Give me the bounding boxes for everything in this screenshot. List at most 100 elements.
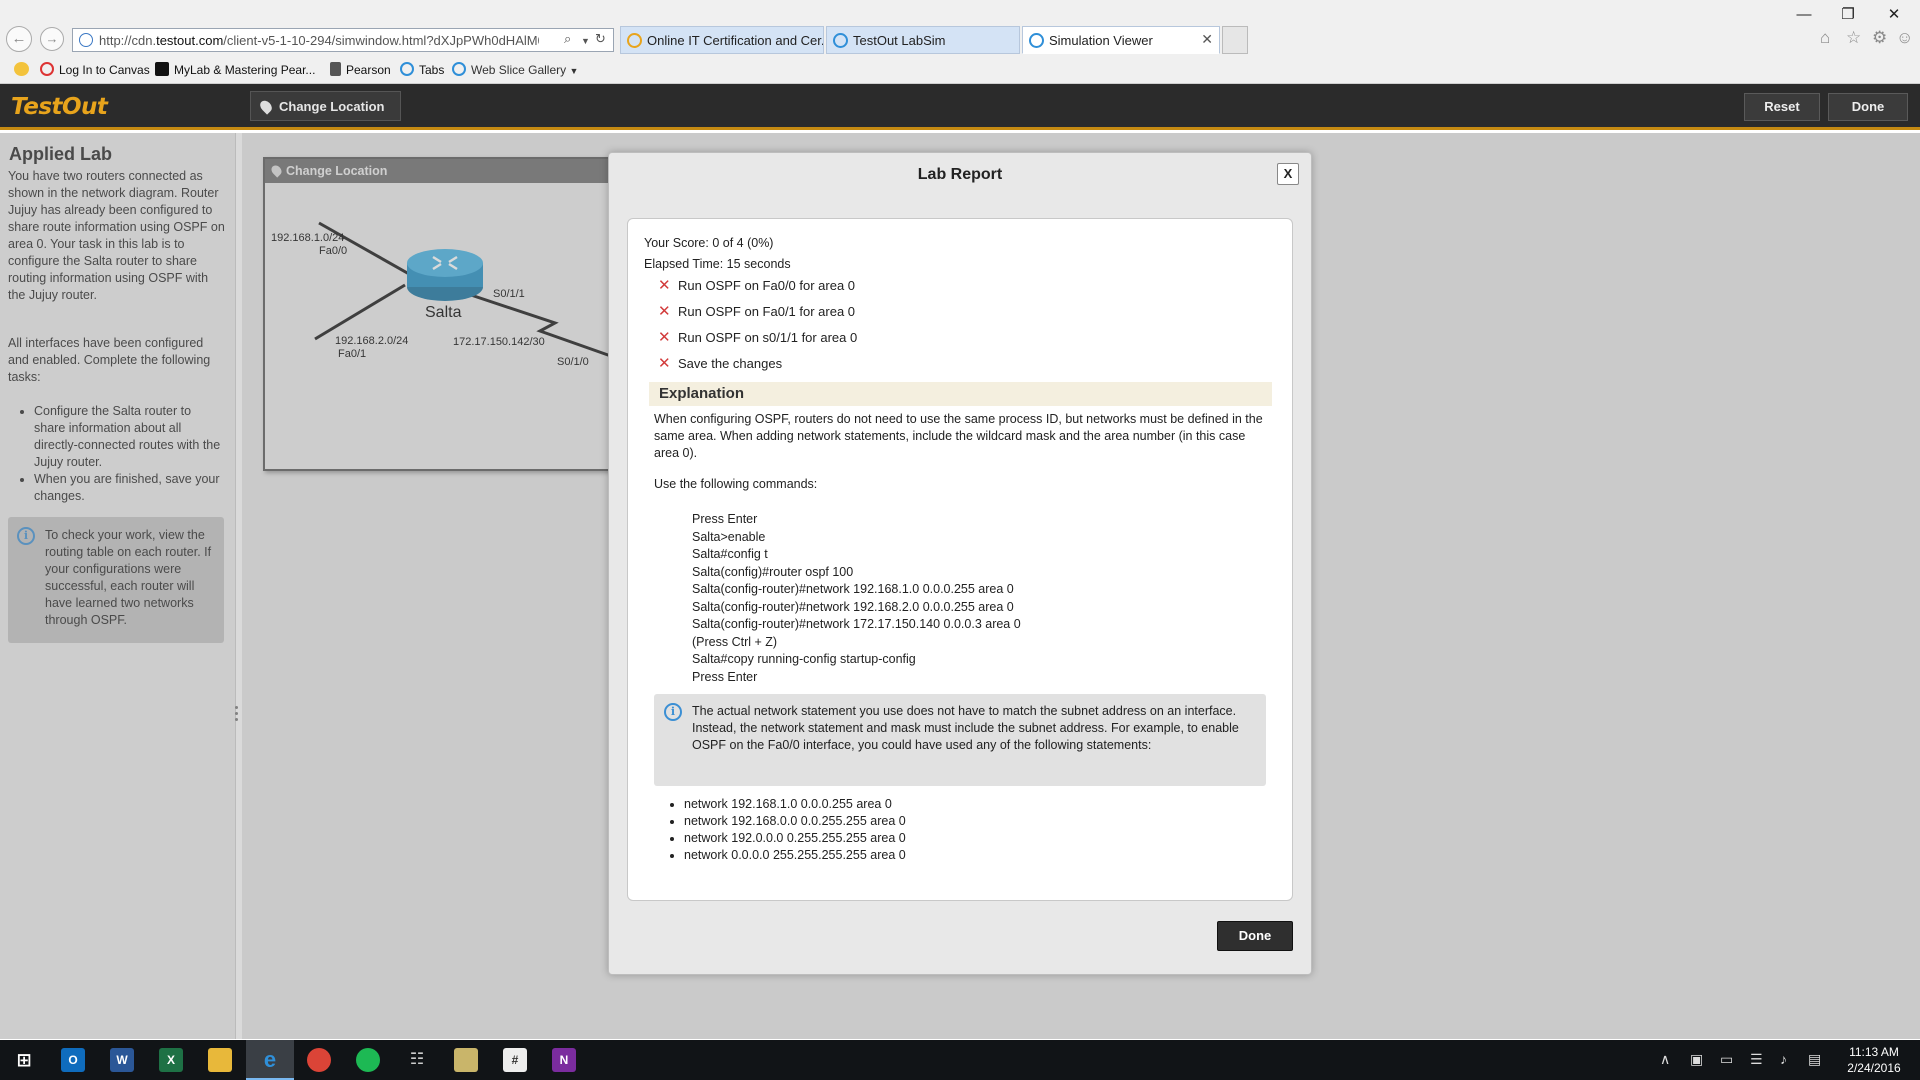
command-line: (Press Ctrl + Z) xyxy=(692,634,778,649)
fail-x-icon: ✕ xyxy=(658,277,671,294)
outlook-icon[interactable]: O xyxy=(61,1048,85,1072)
page-icon xyxy=(330,62,341,76)
notes-icon[interactable] xyxy=(454,1048,478,1072)
calculator-icon[interactable]: # xyxy=(503,1048,527,1072)
result-label: Run OSPF on Fa0/0 for area 0 xyxy=(678,278,856,293)
fav-web-slice-gallery[interactable]: Web Slice Gallery ▼ xyxy=(452,62,578,77)
tab-testout-labsim[interactable]: TestOut LabSim xyxy=(826,26,1020,54)
clock-date: 2/24/2016 xyxy=(1847,1061,1901,1075)
word-icon[interactable]: W xyxy=(110,1048,134,1072)
tab-online-it-certification[interactable]: Online IT Certification and Cer... xyxy=(620,26,824,54)
tab-simulation-viewer[interactable]: Simulation Viewer ✕ xyxy=(1022,26,1220,54)
close-tab-icon[interactable]: ✕ xyxy=(1201,31,1213,48)
tab-label: Online IT Certification and Cer... xyxy=(647,33,824,48)
home-icon[interactable]: ⌂ xyxy=(1820,28,1830,48)
dropdown-icon[interactable]: ▼ xyxy=(581,36,590,46)
result-label: Run OSPF on Fa0/1 for area 0 xyxy=(678,304,856,319)
command-line: Press Enter xyxy=(692,669,758,684)
settings-gear-icon[interactable]: ⚙ xyxy=(1872,28,1887,48)
battery-icon[interactable]: ▭ xyxy=(1720,1051,1733,1068)
lab-report-dialog: Lab Report X Your Score: 0 of 4 (0%) Ela… xyxy=(608,152,1312,975)
network-example-item: network 192.168.0.0 0.0.255.255 area 0 xyxy=(684,813,906,830)
explanation-heading: Explanation xyxy=(649,382,1272,406)
browser-chrome: ← → http://cdn.testout.com/client-v5-1-1… xyxy=(0,0,1920,84)
done-button[interactable]: Done xyxy=(1217,921,1293,951)
command-line: Salta(config-router)#network 172.17.150.… xyxy=(692,617,1021,631)
command-line: Salta(config-router)#network 192.168.2.0… xyxy=(692,599,1014,614)
refresh-icon[interactable]: ↻ xyxy=(595,31,606,47)
fav-tabs[interactable]: Tabs xyxy=(400,62,444,77)
restore-button[interactable]: ❐ xyxy=(1828,4,1868,26)
testout-favicon-icon xyxy=(627,33,642,48)
close-window-button[interactable]: ✕ xyxy=(1874,4,1914,26)
network-example-list: network 192.168.1.0 0.0.0.255 area 0 net… xyxy=(684,796,906,864)
new-tab-button[interactable] xyxy=(1222,26,1248,54)
tray-display-icon[interactable]: ▣ xyxy=(1690,1051,1703,1068)
command-list: Press Enter Salta>enable Salta#config t … xyxy=(692,511,1021,686)
command-line: Salta>enable xyxy=(692,529,766,544)
notifications-icon[interactable]: ▤ xyxy=(1808,1051,1821,1068)
internet-explorer-icon[interactable]: e xyxy=(258,1048,282,1072)
testout-logo: TestOut xyxy=(11,94,108,120)
favorites-bar: Log In to Canvas MyLab & Mastering Pear.… xyxy=(10,60,910,80)
score-text: Your Score: 0 of 4 (0%) xyxy=(644,236,774,250)
favorites-star-icon[interactable] xyxy=(14,62,34,77)
network-icon[interactable]: ☰ xyxy=(1750,1051,1763,1068)
spotify-icon[interactable] xyxy=(356,1048,380,1072)
chrome-icon[interactable] xyxy=(307,1048,331,1072)
clock-time: 11:13 AM xyxy=(1849,1045,1899,1059)
note-text: The actual network statement you use doe… xyxy=(692,704,1239,752)
command-line: Salta#copy running-config startup-config xyxy=(692,652,916,666)
taskbar-clock[interactable]: 11:13 AM 2/24/2016 xyxy=(1836,1044,1912,1076)
dialog-title: Lab Report xyxy=(917,166,1003,183)
network-example-item: network 192.168.1.0 0.0.0.255 area 0 xyxy=(684,796,906,813)
tray-expand-chevron-icon[interactable]: ∧ xyxy=(1660,1051,1670,1068)
excel-icon[interactable]: X xyxy=(159,1048,183,1072)
change-location-label: Change Location xyxy=(279,99,385,114)
file-explorer-icon[interactable] xyxy=(208,1048,232,1072)
smiley-feedback-icon[interactable]: ☺ xyxy=(1896,28,1913,48)
info-icon: i xyxy=(664,703,682,721)
ie-favicon-icon xyxy=(1029,33,1044,48)
chevron-down-icon: ▼ xyxy=(569,66,579,76)
minimize-button[interactable]: — xyxy=(1784,4,1824,26)
result-label: Save the changes xyxy=(678,356,783,371)
page-icon xyxy=(79,33,93,47)
back-button[interactable]: ← xyxy=(6,26,32,52)
forward-button[interactable]: → xyxy=(40,27,64,51)
fav-mylab-mastering[interactable]: MyLab & Mastering Pear... xyxy=(155,62,315,77)
result-label: Run OSPF on s0/1/1 for area 0 xyxy=(678,330,858,345)
onenote-icon[interactable]: N xyxy=(552,1048,576,1072)
command-line: Press Enter xyxy=(692,512,758,526)
ie-favicon-icon xyxy=(833,33,848,48)
ie-icon xyxy=(452,62,466,76)
ie-icon xyxy=(400,62,414,76)
address-bar[interactable]: http://cdn.testout.com/client-v5-1-10-29… xyxy=(72,28,614,52)
fail-x-icon: ✕ xyxy=(658,329,671,346)
done-header-button[interactable]: Done xyxy=(1828,93,1908,121)
volume-icon[interactable]: ♪ xyxy=(1780,1051,1787,1067)
change-location-button[interactable]: Change Location xyxy=(250,91,402,121)
tab-label: TestOut LabSim xyxy=(853,33,946,48)
network-example-item: network 192.0.0.0 0.255.255.255 area 0 xyxy=(684,830,906,847)
windows-start-icon[interactable]: ⊞ xyxy=(12,1048,36,1072)
canvas-icon xyxy=(40,62,54,76)
fav-pearson[interactable]: Pearson xyxy=(330,62,391,77)
app-header: TestOut Change Location Reset Done xyxy=(0,84,1920,130)
reset-button[interactable]: Reset xyxy=(1744,93,1820,121)
fav-log-in-to-canvas[interactable]: Log In to Canvas xyxy=(40,62,150,77)
tab-label: Simulation Viewer xyxy=(1049,33,1153,48)
report-content: Your Score: 0 of 4 (0%) Elapsed Time: 15… xyxy=(627,218,1293,901)
url-text: http://cdn.testout.com/client-v5-1-10-29… xyxy=(99,33,539,48)
favorites-star-icon[interactable]: ☆ xyxy=(1846,28,1861,48)
app-launcher-icon[interactable]: ☷ xyxy=(405,1048,429,1072)
command-line: Salta#config t xyxy=(692,547,768,561)
fail-x-icon: ✕ xyxy=(658,303,671,320)
command-line: Salta(config-router)#network 192.168.1.0… xyxy=(692,582,1014,596)
close-dialog-button[interactable]: X xyxy=(1277,163,1299,185)
note-box: i The actual network statement you use d… xyxy=(654,694,1266,786)
use-commands-text: Use the following commands: xyxy=(654,477,818,491)
windows-taskbar: ⊞ O W X e ☷ # N ∧ ▣ ▭ ☰ ♪ ▤ 11:13 AM 2/2… xyxy=(0,1040,1920,1080)
search-icon[interactable]: ⌕ xyxy=(564,31,571,47)
command-line: Salta(config)#router ospf 100 xyxy=(692,564,854,579)
